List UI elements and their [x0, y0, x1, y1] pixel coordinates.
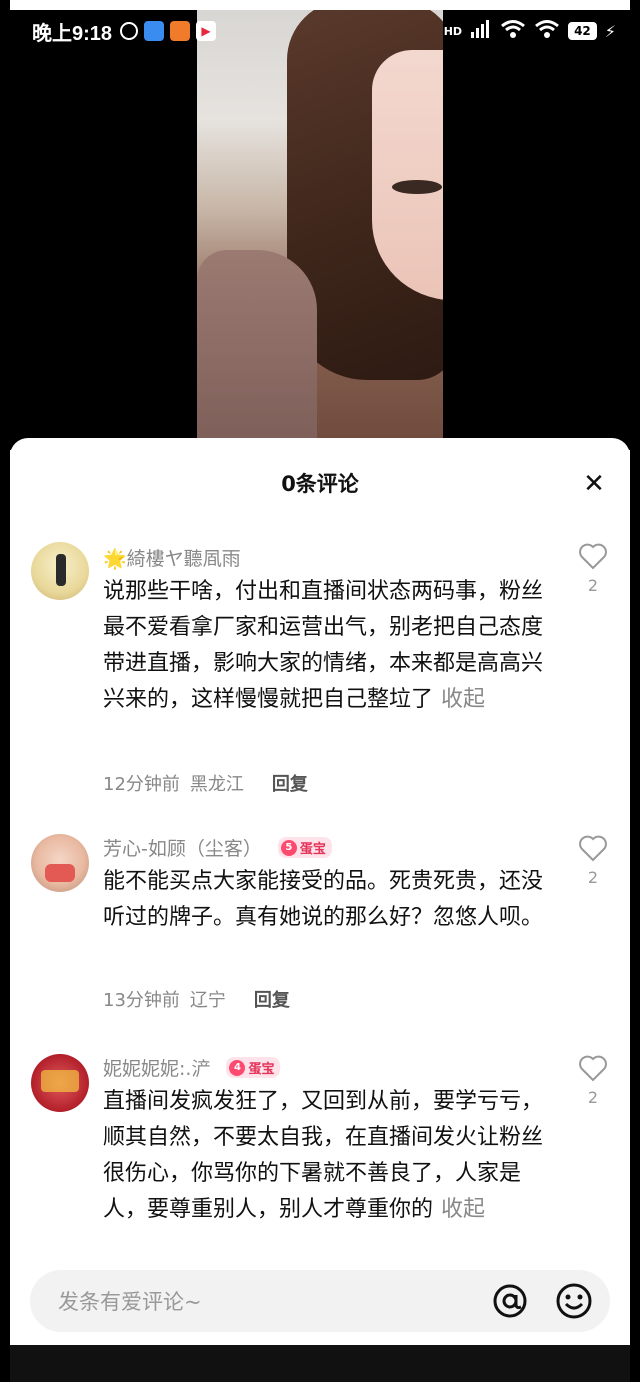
- mention-icon[interactable]: [490, 1281, 530, 1321]
- like-count: 2: [587, 576, 599, 595]
- network-type: HD: [443, 24, 463, 38]
- like-count: 2: [587, 868, 599, 887]
- live-video[interactable]: [10, 10, 630, 450]
- wifi-icon: [534, 19, 560, 43]
- charging-icon: ⚡: [604, 21, 616, 41]
- comments-sheet: 0条评论 ✕ 🌟綺樓ヤ聽凮雨 说那些干啥，付出和直播间状态两码事，粉丝最不爱看拿…: [10, 438, 630, 1358]
- comment-username[interactable]: 芳心-如顾（尘客） 5 蛋宝: [103, 834, 332, 861]
- reply-button[interactable]: 回复: [254, 986, 290, 1012]
- collapse-link[interactable]: 收起: [441, 687, 485, 712]
- alarm-icon: [120, 22, 139, 40]
- video-frame: [197, 10, 443, 450]
- app-notification-icon: [170, 21, 191, 41]
- navigation-bar: [10, 1345, 630, 1382]
- signal-icon: [470, 20, 492, 42]
- emoji-icon[interactable]: [554, 1281, 594, 1321]
- app-notification-icon: [144, 21, 165, 41]
- comment-location: 辽宁: [189, 990, 226, 1011]
- comment-location: 黑龙江: [189, 774, 244, 795]
- close-icon[interactable]: ✕: [580, 470, 608, 498]
- reply-button[interactable]: 回复: [272, 770, 308, 796]
- comment-input-bar[interactable]: 发条有爱评论~: [30, 1270, 610, 1332]
- heart-icon: [579, 1055, 607, 1082]
- wifi-icon: [500, 19, 526, 43]
- heart-icon: [579, 835, 607, 862]
- heart-icon: [579, 543, 607, 570]
- collapse-link[interactable]: 收起: [441, 1197, 485, 1222]
- comment-username[interactable]: 妮妮妮妮:.浐 4 蛋宝: [103, 1054, 281, 1081]
- avatar[interactable]: [31, 542, 89, 600]
- comment-text: 说那些干啥，付出和直播间状态两码事，粉丝最不爱看拿厂家和运营出气，别老把自己态度…: [103, 579, 544, 712]
- like-count: 2: [587, 1088, 599, 1107]
- like-button[interactable]: 2: [578, 834, 608, 887]
- comment-meta: 12分钟前 黑龙江 回复: [103, 770, 308, 796]
- avatar[interactable]: [31, 834, 89, 892]
- comment-username[interactable]: 🌟綺樓ヤ聽凮雨: [103, 544, 241, 571]
- fan-badge: 5 蛋宝: [277, 837, 332, 858]
- comment-input[interactable]: 发条有爱评论~: [58, 1286, 466, 1316]
- comment-meta: 13分钟前 辽宁 回复: [103, 986, 290, 1012]
- battery-indicator: 42: [568, 22, 597, 40]
- app-notification-icon: ▶: [196, 21, 217, 41]
- comment-text: 能不能买点大家能接受的品。死贵死贵，还没听过的牌子。真有她说的那么好？忽悠人呗。: [103, 869, 544, 930]
- status-time: 晚上9:18: [32, 22, 113, 45]
- avatar[interactable]: [31, 1054, 89, 1112]
- like-button[interactable]: 2: [578, 1054, 608, 1107]
- fan-badge: 4 蛋宝: [226, 1057, 281, 1078]
- comment-time: 12分钟前: [103, 774, 180, 795]
- comment-time: 13分钟前: [103, 990, 180, 1011]
- like-button[interactable]: 2: [578, 542, 608, 595]
- comment-text: 直播间发疯发狂了，又回到从前，要学亏亏，顺其自然，不要太自我，在直播间发火让粉丝…: [103, 1089, 544, 1222]
- status-bar: 晚上9:18 ▶ HD 42 ⚡: [10, 10, 630, 52]
- comments-title: 0条评论: [281, 472, 359, 496]
